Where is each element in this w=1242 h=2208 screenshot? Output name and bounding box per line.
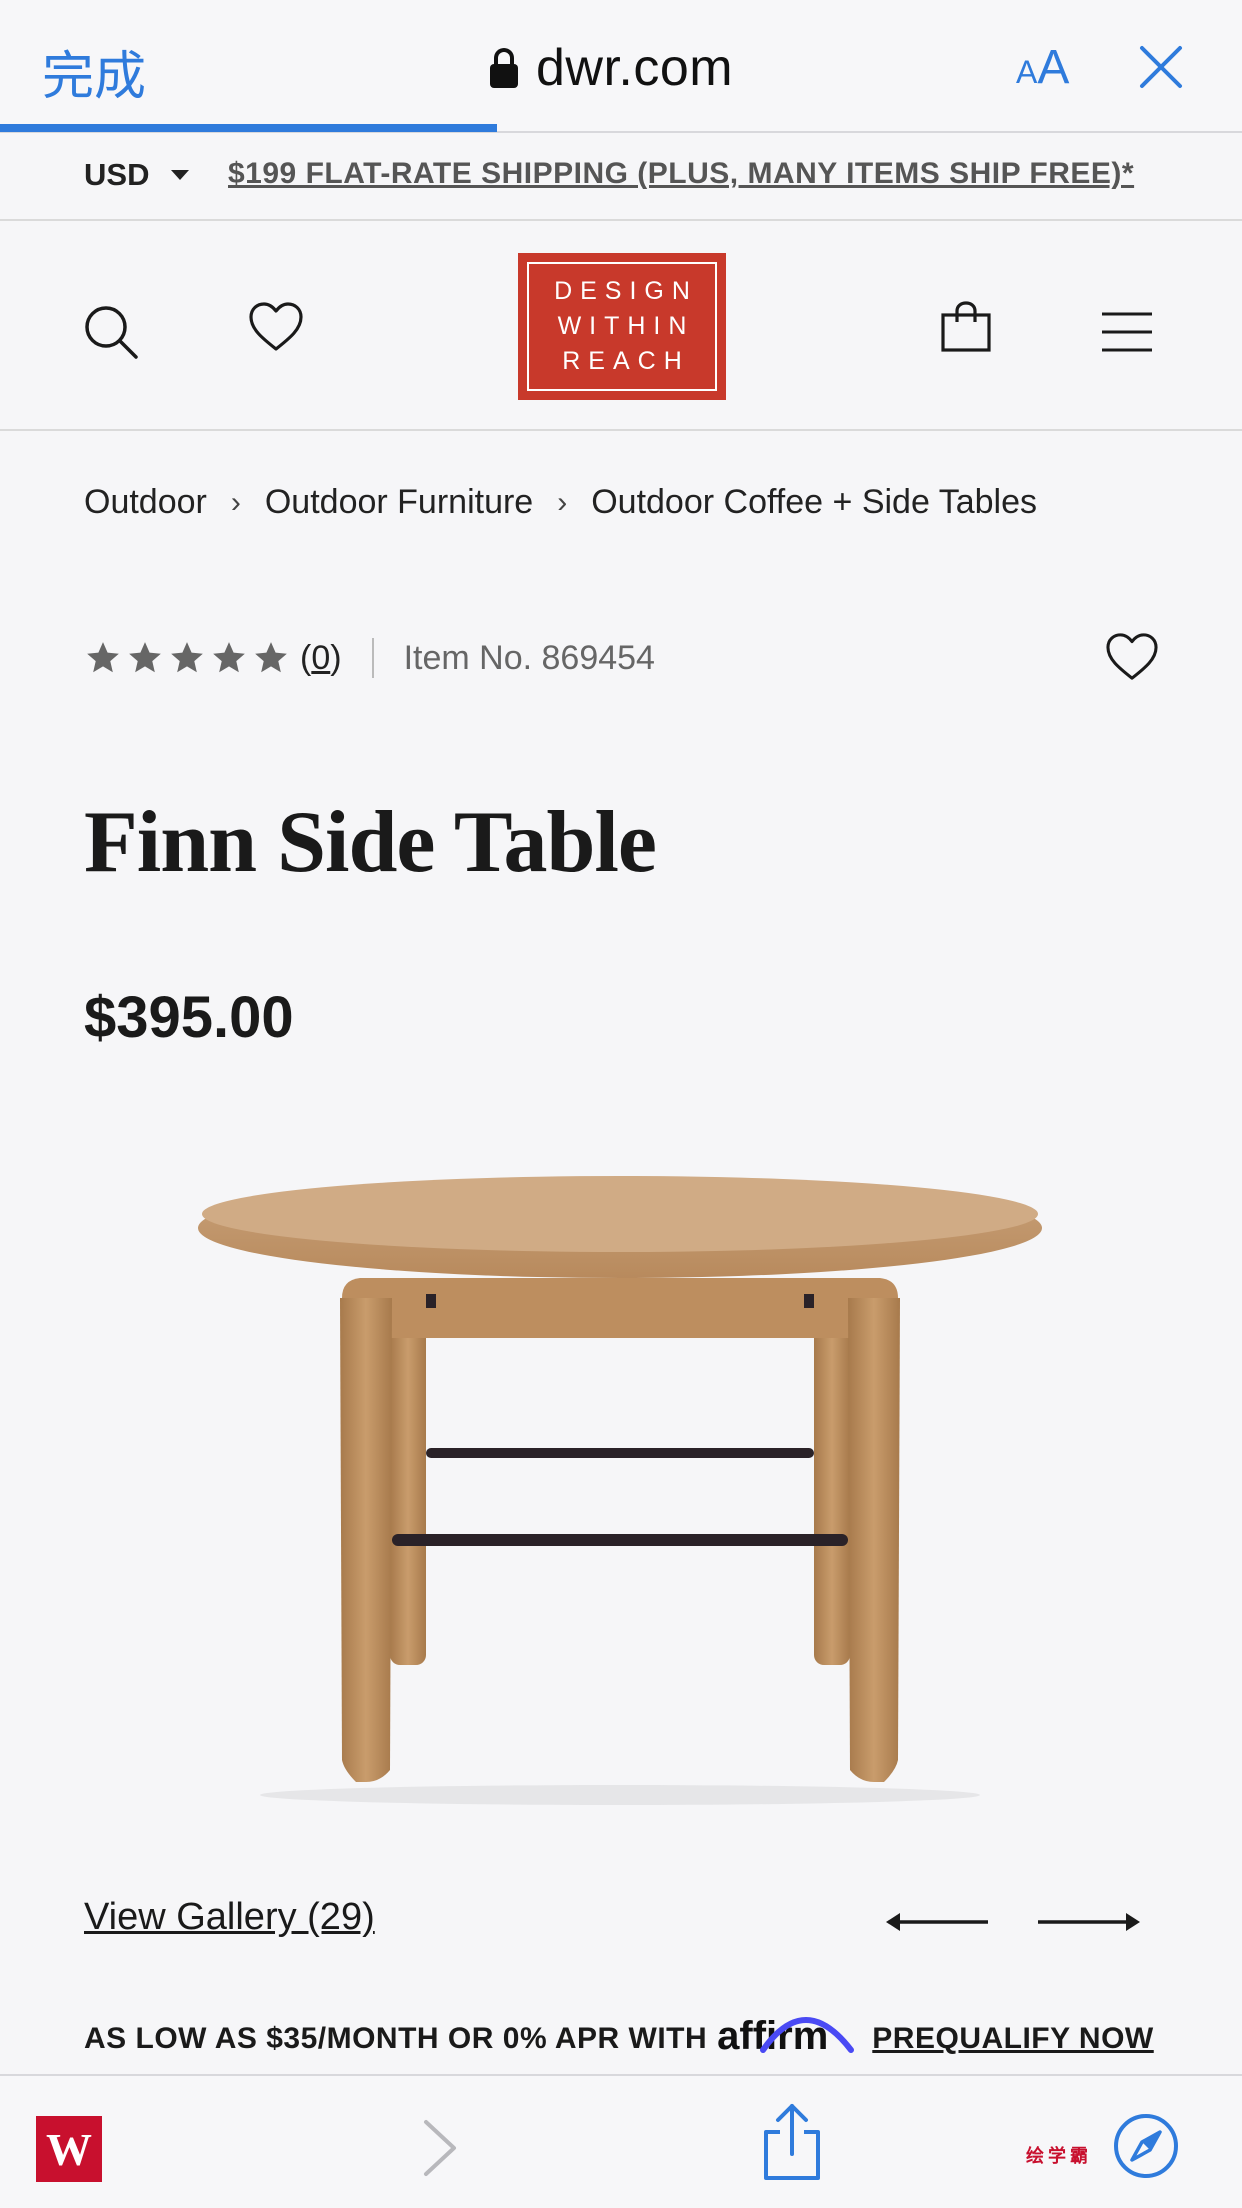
breadcrumb: Outdoor › Outdoor Furniture › Outdoor Co… — [84, 483, 1037, 522]
forward-chevron-icon[interactable] — [420, 2118, 460, 2178]
arrow-left-icon[interactable] — [886, 1908, 990, 1936]
search-icon[interactable] — [84, 305, 138, 359]
star-icon — [255, 642, 287, 673]
currency-label: USD — [84, 157, 150, 192]
compass-icon[interactable] — [1112, 2112, 1180, 2180]
address-bar[interactable]: dwr.com — [490, 38, 733, 98]
breadcrumb-item-coffee-side-tables[interactable]: Outdoor Coffee + Side Tables — [591, 483, 1037, 522]
done-button[interactable]: 完成 — [42, 34, 146, 109]
divider — [371, 638, 374, 678]
caret-down-icon — [171, 170, 190, 180]
menu-icon[interactable] — [1102, 311, 1152, 353]
prequalify-now-link[interactable]: PREQUALIFY NOW — [872, 2022, 1153, 2056]
product-price: $395.00 — [84, 985, 294, 1050]
star-icon — [129, 642, 161, 673]
breadcrumb-item-outdoor[interactable]: Outdoor — [84, 483, 207, 522]
browser-top-bar: 完成 dwr.com AA — [0, 0, 1242, 133]
text-size-big-label: A — [1037, 41, 1070, 94]
share-icon[interactable] — [760, 2102, 824, 2182]
star-icon — [171, 642, 203, 673]
affirm-logo: affirm — [717, 2016, 855, 2056]
url-text: dwr.com — [536, 39, 734, 97]
arrow-right-icon[interactable] — [1036, 1908, 1140, 1936]
star-rating[interactable] — [84, 639, 290, 677]
page-load-progress — [0, 124, 497, 132]
currency-selector[interactable]: USD — [84, 157, 190, 193]
product-title: Finn Side Table — [84, 794, 657, 891]
logo-line-2: WITHIN — [557, 312, 695, 340]
rating-row: (0) Item No. 869454 — [84, 632, 655, 684]
view-gallery-link[interactable]: View Gallery (29) — [84, 1896, 375, 1939]
wishlist-heart-icon[interactable] — [248, 301, 304, 353]
shopping-bag-icon[interactable] — [940, 301, 992, 353]
chevron-right-icon: › — [230, 485, 241, 519]
review-count-close: ) — [330, 638, 342, 677]
lock-icon — [490, 48, 518, 88]
add-to-wishlist-heart-icon[interactable] — [1104, 632, 1160, 682]
star-icon — [213, 642, 245, 673]
logo-line-1: DESIGN — [554, 277, 698, 305]
item-number: Item No. 869454 — [403, 638, 655, 677]
close-icon[interactable] — [1138, 44, 1184, 90]
text-size-small-label: A — [1016, 54, 1038, 90]
chevron-right-icon: › — [557, 485, 568, 519]
logo-frame: DESIGN WITHIN REACH — [527, 262, 717, 391]
app-logo: W — [36, 2116, 102, 2182]
affirm-arc-icon — [760, 2017, 855, 2053]
star-icon — [87, 642, 119, 673]
site-header: DESIGN WITHIN REACH — [0, 223, 1242, 431]
review-count-open: ( — [300, 638, 312, 677]
text-size-button[interactable]: AA — [1016, 40, 1069, 95]
review-count[interactable]: (0) — [300, 639, 342, 678]
review-count-value: 0 — [311, 638, 331, 677]
financing-text: AS LOW AS $35/MONTH OR 0% APR WITH — [84, 2022, 708, 2055]
breadcrumb-item-outdoor-furniture[interactable]: Outdoor Furniture — [265, 483, 533, 522]
shipping-promo-link[interactable]: $199 FLAT-RATE SHIPPING (PLUS, MANY ITEM… — [228, 157, 1134, 191]
financing-row: AS LOW AS $35/MONTH OR 0% APR WITH affir… — [84, 2016, 1154, 2056]
product-image[interactable] — [180, 1170, 1060, 1810]
watermark-red-text: 绘学霸 — [1026, 2146, 1092, 2167]
browser-bottom-toolbar: W 绘学霸 — [0, 2074, 1242, 2208]
promo-bar: USD $199 FLAT-RATE SHIPPING (PLUS, MANY … — [0, 135, 1242, 221]
logo-line-3: REACH — [562, 347, 690, 375]
dwr-logo[interactable]: DESIGN WITHIN REACH — [518, 253, 726, 400]
